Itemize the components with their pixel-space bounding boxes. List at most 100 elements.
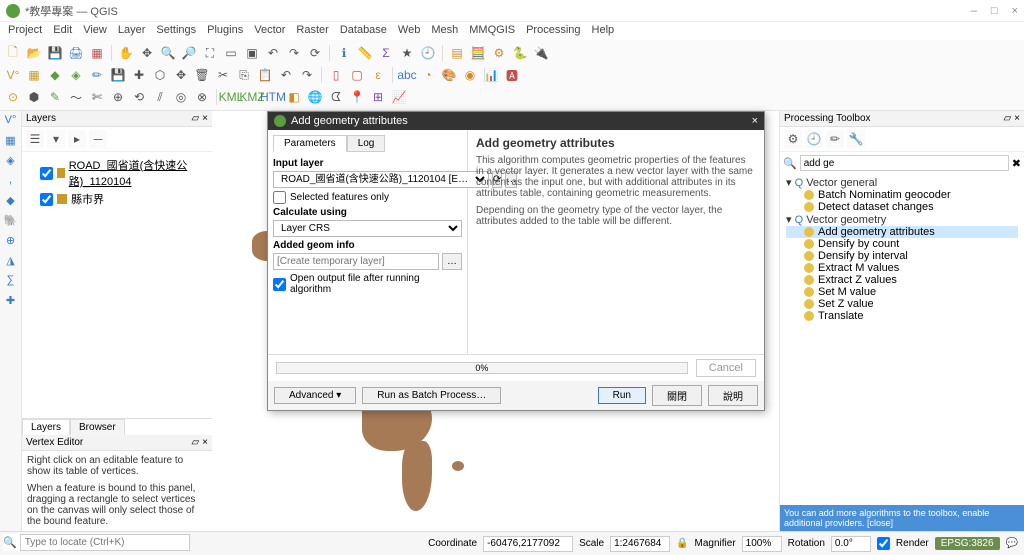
history-icon[interactable]: 🕘	[805, 130, 823, 148]
coord-input[interactable]	[483, 536, 573, 552]
close-button[interactable]: ×	[1012, 5, 1018, 17]
vector-layer-icon[interactable]: V°	[3, 114, 19, 130]
identify-icon[interactable]: ℹ	[335, 44, 353, 62]
postgis-icon[interactable]: 🐘	[3, 214, 19, 230]
crs-button[interactable]: EPSG:3826	[935, 537, 1000, 550]
select-expression-icon[interactable]: ε	[369, 66, 387, 84]
style-icon[interactable]: 🎨	[440, 66, 458, 84]
wfs-layer-icon[interactable]: ◮	[3, 254, 19, 270]
paste-icon[interactable]: 📋	[256, 66, 274, 84]
undock-icon[interactable]: ▱	[191, 437, 199, 448]
dialog-title-bar[interactable]: Add geometry attributes ×	[268, 112, 764, 130]
rotation-input[interactable]	[831, 536, 871, 552]
tree-algo[interactable]: Densify by count	[786, 238, 1018, 250]
add-ring-icon[interactable]: ◎	[172, 88, 190, 106]
symbology-icon[interactable]: ◉	[461, 66, 479, 84]
menu-project[interactable]: Project	[8, 24, 42, 38]
output-path-input[interactable]	[273, 253, 439, 270]
menu-raster[interactable]: Raster	[296, 24, 328, 38]
layers-tree[interactable]: ROAD_國省道(含快速公路)_1120104 縣市界	[22, 152, 212, 212]
print-layout-icon[interactable]: 🖨	[67, 44, 85, 62]
spatialite-icon[interactable]: ◆	[3, 194, 19, 210]
csv-layer-icon[interactable]: ,	[3, 174, 19, 190]
menu-plugins[interactable]: Plugins	[207, 24, 243, 38]
locator-bar[interactable]: 🔍	[3, 534, 190, 551]
layer-item[interactable]: 縣市界	[26, 190, 208, 208]
layout-manager-icon[interactable]: ▦	[88, 44, 106, 62]
tree-algo[interactable]: Set M value	[786, 286, 1018, 298]
help-button[interactable]: 說明	[708, 385, 758, 406]
move-feature-icon[interactable]: ✥	[172, 66, 190, 84]
menu-vector[interactable]: Vector	[254, 24, 285, 38]
menu-help[interactable]: Help	[592, 24, 615, 38]
menu-database[interactable]: Database	[340, 24, 387, 38]
tree-algo[interactable]: Extract M values	[786, 262, 1018, 274]
maximize-button[interactable]: □	[991, 5, 998, 17]
minimize-button[interactable]: –	[971, 5, 977, 17]
wms-icon[interactable]: 🌐	[306, 88, 324, 106]
tree-group[interactable]: ▾ Q Vector geometry	[786, 213, 1018, 226]
new-shapefile-icon[interactable]: ◆	[46, 66, 64, 84]
statistics-icon[interactable]: Σ	[377, 44, 395, 62]
split-icon[interactable]: ✄	[88, 88, 106, 106]
toolbox-icon[interactable]: ⚙	[490, 44, 508, 62]
input-layer-select[interactable]: ROAD_國省道(含快速公路)_1120104 [E…	[273, 171, 489, 188]
diagram-icon[interactable]: ◔	[419, 66, 437, 84]
panel-close-icon[interactable]: ×	[202, 113, 208, 124]
menu-layer[interactable]: Layer	[118, 24, 146, 38]
delete-selected-icon[interactable]: 🗑	[193, 66, 211, 84]
add-raster-icon[interactable]: ▦	[25, 66, 43, 84]
tab-parameters[interactable]: Parameters	[273, 135, 347, 152]
reshape-icon[interactable]: ～	[67, 88, 85, 106]
python-console-icon[interactable]: 🐍	[511, 44, 529, 62]
menu-mmqgis[interactable]: MMQGIS	[469, 24, 515, 38]
tree-group[interactable]: ▾ Q Vector general	[786, 176, 1018, 189]
new-project-icon[interactable]: 🗋	[4, 44, 22, 62]
menu-settings[interactable]: Settings	[156, 24, 196, 38]
run-button[interactable]: Run	[598, 387, 646, 404]
html-icon[interactable]: HTM	[264, 88, 282, 106]
label-icon[interactable]: abc	[398, 66, 416, 84]
tree-algo[interactable]: Translate	[786, 310, 1018, 322]
virtual-layer-icon[interactable]: ∑	[3, 274, 19, 290]
selected-only-checkbox[interactable]	[273, 191, 286, 204]
toolbox-search-input[interactable]	[800, 155, 1009, 171]
deselect-icon[interactable]: ▢	[348, 66, 366, 84]
new-geopackage-icon[interactable]: ◈	[67, 66, 85, 84]
filter-legend-icon[interactable]: ☰	[26, 130, 44, 148]
menubar[interactable]: Project Edit View Layer Settings Plugins…	[0, 22, 1024, 40]
toolbox-tip[interactable]: You can add more algorithms to the toolb…	[780, 505, 1024, 531]
tab-browser[interactable]: Browser	[70, 419, 125, 435]
layer-item[interactable]: ROAD_國省道(含快速公路)_1120104	[26, 156, 208, 190]
pin-icon[interactable]: 📍	[348, 88, 366, 106]
plugin-icon[interactable]: 🔌	[532, 44, 550, 62]
grid-icon[interactable]: ⊞	[369, 88, 387, 106]
copy-icon[interactable]: ⎘	[235, 66, 253, 84]
field-calc-icon[interactable]: 🧮	[469, 44, 487, 62]
batch-button[interactable]: Run as Batch Process…	[362, 387, 501, 404]
zoom-next-icon[interactable]: ↷	[285, 44, 303, 62]
menu-processing[interactable]: Processing	[526, 24, 580, 38]
vertex-tool-icon[interactable]: ⬡	[151, 66, 169, 84]
menu-web[interactable]: Web	[398, 24, 420, 38]
panel-close-icon[interactable]: ×	[202, 437, 208, 448]
add-feature-icon[interactable]: ✚	[130, 66, 148, 84]
new-layer-icon[interactable]: ✚	[3, 294, 19, 310]
output-browse-button[interactable]: …	[442, 253, 462, 270]
zoom-layer-icon[interactable]: ▣	[243, 44, 261, 62]
left-panel-tabs[interactable]: Layers Browser	[22, 418, 212, 435]
undock-icon[interactable]: ▱	[1003, 113, 1011, 124]
zoom-full-icon[interactable]: ⛶	[201, 44, 219, 62]
simplify-icon[interactable]: ⫽	[151, 88, 169, 106]
options-icon[interactable]: 🔧	[847, 130, 865, 148]
save-edits-icon[interactable]: 💾	[109, 66, 127, 84]
wms-layer-icon[interactable]: ⊕	[3, 234, 19, 250]
delete-ring-icon[interactable]: ⊗	[193, 88, 211, 106]
annotation-icon[interactable]: 🅰	[503, 66, 521, 84]
tree-algo[interactable]: Detect dataset changes	[786, 201, 1018, 213]
snap-icon[interactable]: ⊙	[4, 88, 22, 106]
calc-using-select[interactable]: Layer CRS	[273, 220, 462, 237]
panel-close-icon[interactable]: ×	[1014, 113, 1020, 124]
menu-mesh[interactable]: Mesh	[431, 24, 458, 38]
temporal-icon[interactable]: 🕘	[419, 44, 437, 62]
